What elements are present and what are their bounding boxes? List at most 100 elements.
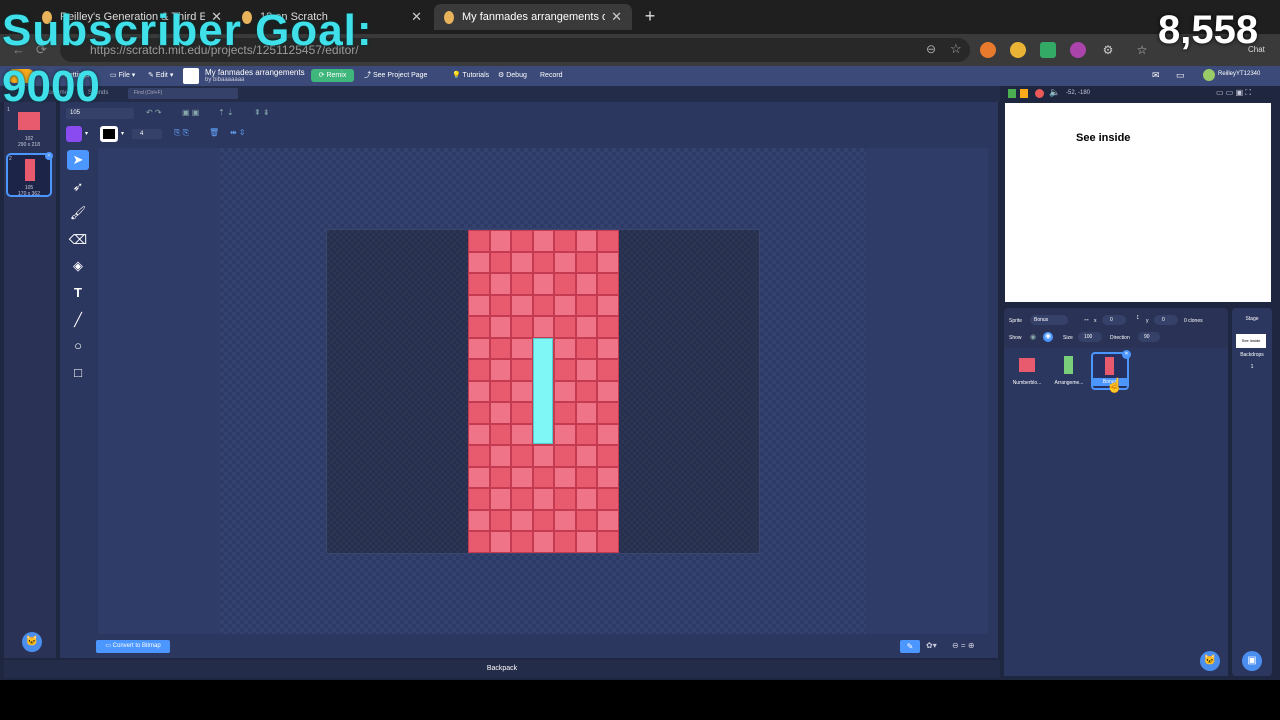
- copy-paste-icon[interactable]: ⎘ ⎘: [174, 128, 189, 138]
- show-eye-icon[interactable]: ◉: [1043, 332, 1053, 342]
- circle-tool-icon[interactable]: ○: [67, 336, 89, 356]
- grid-cell: [468, 359, 490, 381]
- extensions-puzzle-icon[interactable]: ⚙: [1100, 42, 1116, 58]
- bookmark-star-icon[interactable]: ☆: [950, 41, 962, 57]
- brush-tool-icon[interactable]: 🖌: [67, 203, 89, 223]
- sprite-thumbnail: [1105, 357, 1114, 375]
- backdrops-count: 1: [1250, 364, 1254, 370]
- forward-backward-icon[interactable]: ⇡ ⇣: [218, 108, 234, 117]
- delete-costume-icon[interactable]: ✕: [45, 152, 53, 160]
- record-button[interactable]: Record: [540, 66, 563, 86]
- choose-backdrop-icon[interactable]: ▣: [1242, 651, 1262, 671]
- front-back-icon[interactable]: ⇞ ⇟: [254, 108, 270, 117]
- outline-width-input[interactable]: 4: [132, 129, 162, 139]
- hide-eye-icon[interactable]: ◉: [1030, 333, 1036, 341]
- file-menu[interactable]: ▭ File ▾: [110, 66, 135, 86]
- stage-canvas[interactable]: [1005, 103, 1271, 302]
- grid-cell: [511, 273, 533, 295]
- fill-dropdown-icon[interactable]: ▾: [85, 130, 88, 137]
- grid-cell: [597, 531, 619, 553]
- grid-cell: [468, 380, 490, 403]
- edit-menu[interactable]: ✎ Edit ▾: [148, 66, 173, 86]
- browser-tab-3-active[interactable]: My fanmades arrangements on Sc ✕: [434, 4, 632, 30]
- messages-icon[interactable]: ✉: [1152, 70, 1160, 81]
- grid-cell: [468, 466, 490, 489]
- flip-icon[interactable]: ⇹ ⇳: [230, 128, 246, 137]
- grid-cell: [575, 294, 598, 317]
- sprite-item[interactable]: Arrangeme...: [1050, 352, 1088, 390]
- extension-icon[interactable]: [1010, 42, 1026, 58]
- zoom-controls-icon[interactable]: ⊖ = ⊕: [952, 641, 975, 650]
- pause-icon[interactable]: [1020, 89, 1028, 98]
- numberblock-inner-bar[interactable]: [533, 338, 553, 444]
- grid-cell: [532, 273, 555, 295]
- green-flag-icon[interactable]: [1008, 89, 1016, 98]
- brush-mode-icon[interactable]: ✿▾: [926, 641, 937, 650]
- choose-costume-icon[interactable]: 🐱: [22, 632, 42, 652]
- grid-cell: [511, 251, 533, 274]
- extension-icon[interactable]: [1070, 42, 1086, 58]
- rectangle-tool-icon[interactable]: □: [67, 363, 89, 383]
- grid-cell: [468, 273, 490, 295]
- size-input[interactable]: 100: [1078, 332, 1102, 342]
- stop-icon[interactable]: [1035, 89, 1044, 98]
- backpack-bar[interactable]: Backpack: [4, 660, 1000, 678]
- grid-cell: [597, 509, 619, 532]
- undo-icon[interactable]: ↶ ↷: [146, 108, 162, 117]
- close-tab-icon[interactable]: ✕: [611, 9, 622, 25]
- reshape-tool-icon[interactable]: ➶: [67, 177, 89, 197]
- delete-icon[interactable]: 🗑: [209, 128, 219, 137]
- choose-sprite-icon[interactable]: 🐱: [1200, 651, 1220, 671]
- grid-cell: [575, 509, 598, 532]
- outline-dropdown-icon[interactable]: ▾: [121, 130, 124, 137]
- group-icon[interactable]: ▣ ▣: [182, 108, 199, 117]
- grid-cell: [575, 402, 598, 424]
- mute-icon[interactable]: 🔈: [1049, 87, 1060, 98]
- sprite-item[interactable]: Numberblo...: [1008, 352, 1046, 390]
- select-tool-icon[interactable]: ➤: [67, 150, 89, 170]
- grid-cell: [575, 273, 598, 295]
- grid-cell: [597, 466, 619, 489]
- extension-icon[interactable]: [1040, 42, 1056, 58]
- project-title[interactable]: My fanmades arrangements: [205, 68, 305, 77]
- y-input[interactable]: 0: [1154, 315, 1178, 325]
- close-tab-icon[interactable]: ✕: [411, 9, 422, 25]
- show-label: Show: [1009, 335, 1022, 341]
- username[interactable]: ReilleyYT12340: [1218, 71, 1260, 77]
- grid-cell: [554, 423, 576, 446]
- outline-color-swatch[interactable]: [100, 126, 118, 142]
- find-input[interactable]: Find (Ctrl+F): [128, 88, 238, 99]
- x-input[interactable]: 0: [1102, 315, 1126, 325]
- project-author[interactable]: by bibaaaaaaa: [205, 77, 244, 83]
- text-tool-icon[interactable]: T: [67, 283, 89, 303]
- zoom-icon[interactable]: ⊖: [926, 42, 936, 56]
- direction-input[interactable]: 90: [1138, 332, 1160, 342]
- stage-size-icon[interactable]: ▭ ▭ ▣ ⛶: [1216, 88, 1251, 98]
- costume-item-selected[interactable]: 2 ✕ 105 170 x 362: [6, 152, 53, 197]
- grid-cell: [511, 359, 533, 381]
- my-stuff-icon[interactable]: ▭: [1176, 70, 1185, 81]
- costume-item[interactable]: 1 102 290 x 218: [6, 106, 52, 150]
- avatar[interactable]: [1203, 69, 1215, 81]
- costume-thumbnail: [18, 112, 40, 130]
- eraser-tool-icon[interactable]: ⌫: [67, 230, 89, 250]
- convert-to-bitmap-button[interactable]: ▭ Convert to Bitmap: [96, 640, 170, 653]
- new-tab-icon[interactable]: +: [640, 6, 660, 27]
- subscriber-count: 8,558: [1158, 8, 1259, 52]
- debug-button[interactable]: ⚙ Debug: [498, 66, 527, 86]
- grid-cell: [489, 316, 512, 338]
- see-project-page-button[interactable]: ⤴ See Project Page: [364, 66, 427, 86]
- favorites-icon[interactable]: ☆: [1134, 42, 1150, 58]
- delete-sprite-icon[interactable]: ✕: [1122, 350, 1131, 359]
- stage-thumbnail[interactable]: See inside: [1236, 334, 1266, 348]
- sprite-name-input[interactable]: Bonus: [1030, 315, 1068, 325]
- grid-cell: [554, 337, 576, 360]
- remix-button[interactable]: ⟳ Remix: [311, 69, 354, 82]
- line-tool-icon[interactable]: ╱: [67, 310, 89, 330]
- extension-icon[interactable]: [980, 42, 996, 58]
- grid-cell: [468, 509, 490, 532]
- pen-mode-icon[interactable]: ✎: [900, 640, 920, 653]
- fill-color-swatch[interactable]: [66, 126, 82, 142]
- tutorials-button[interactable]: 💡 Tutorials: [452, 66, 489, 86]
- fill-tool-icon[interactable]: ◈: [67, 256, 89, 276]
